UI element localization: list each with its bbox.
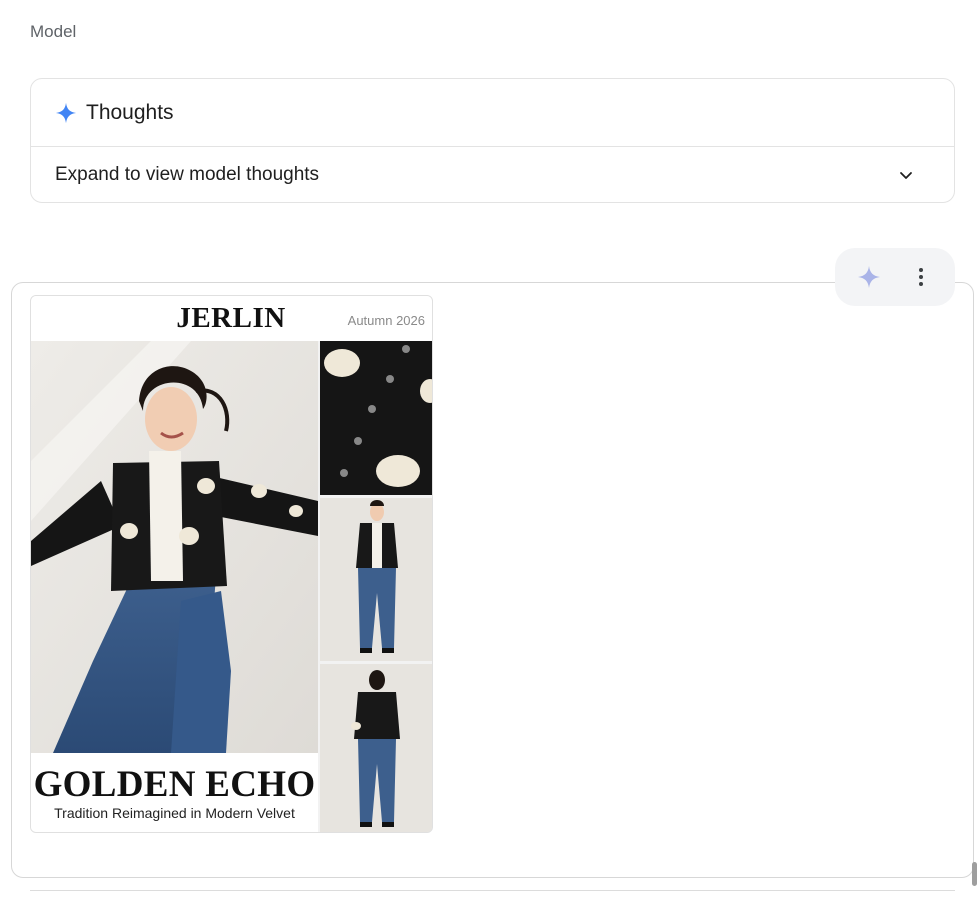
back-view-thumbnail [320,664,432,832]
chevron-down-icon[interactable] [898,167,914,183]
scrollbar-thumb[interactable] [972,862,977,886]
expand-thoughts-label: Expand to view model thoughts [55,164,320,185]
divider [30,890,955,891]
poster-header: JERLIN Autumn 2026 [31,296,432,341]
thoughts-panel: Thoughts Expand to view model thoughts [30,78,955,203]
front-view-thumbnail [320,498,432,661]
brand-name: JERLIN [176,302,286,334]
poster-tagline: Tradition Reimagined in Modern Velvet [54,805,295,821]
expand-thoughts-toggle[interactable]: Expand to view model thoughts [31,147,954,203]
thoughts-header: Thoughts [31,79,954,147]
detail-thumbnail [320,341,432,495]
sparkle-icon [55,102,77,124]
thoughts-title: Thoughts [86,100,174,124]
role-label: Model [30,22,77,41]
generated-image[interactable]: JERLIN Autumn 2026 GOLDEN ECHO Tradition… [30,295,433,833]
more-options-button[interactable] [901,257,941,297]
response-action-bar [835,248,955,306]
season-label: Autumn 2026 [347,313,425,328]
sparkle-icon [857,265,881,289]
more-vert-icon [918,267,924,287]
poster-caption: GOLDEN ECHO Tradition Reimagined in Mode… [31,753,318,832]
sparkle-action-button[interactable] [849,257,889,297]
hero-photo [31,341,318,753]
poster-headline: GOLDEN ECHO [33,764,316,805]
